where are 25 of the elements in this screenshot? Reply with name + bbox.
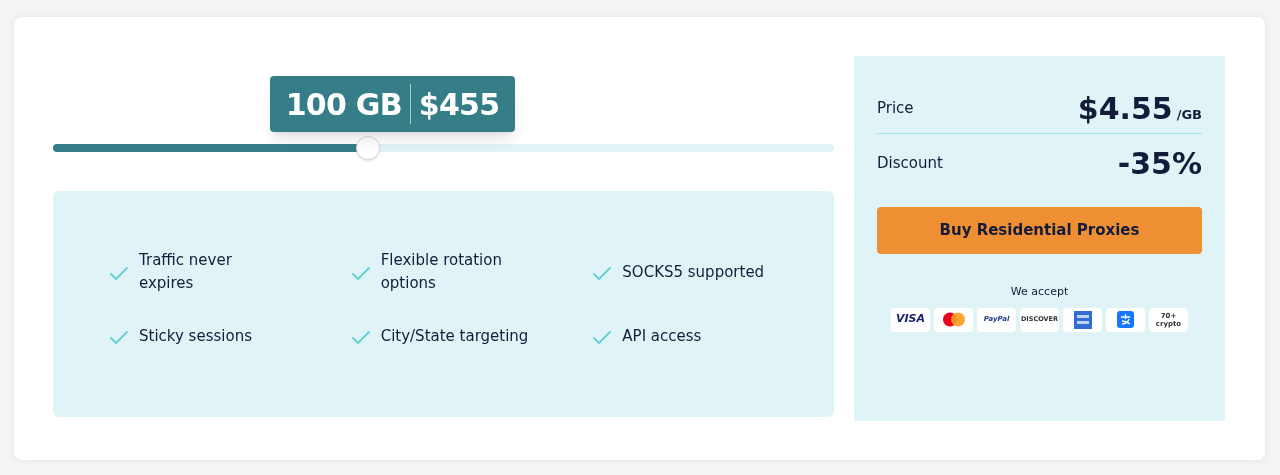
feature-text: SOCKS5 supported — [622, 261, 766, 283]
accept-label: We accept — [1009, 284, 1070, 300]
mastercard-icon — [941, 312, 966, 327]
check-icon — [592, 266, 613, 282]
feature-text: Flexible rotation options — [380, 250, 503, 294]
price-per-gb: $4.55 — [1077, 90, 1173, 128]
price-text: $455 — [418, 85, 500, 124]
check-icon — [109, 330, 129, 346]
check-icon — [592, 330, 613, 346]
discount-label: Discount — [877, 152, 943, 174]
check-icon — [350, 266, 371, 282]
unit-text: /GB — [1176, 106, 1202, 124]
buy-button[interactable]: Buy Residential Proxies — [877, 207, 1202, 254]
check-icon — [109, 266, 129, 282]
amount-text: 100 GB — [285, 85, 402, 124]
discount-value: -35% — [1117, 144, 1202, 183]
price-label: Price — [877, 98, 914, 120]
feature-text: API access — [622, 325, 703, 347]
slider-track[interactable] — [53, 144, 834, 152]
check-icon — [350, 330, 371, 346]
feature-text: Sticky sessions — [139, 325, 253, 347]
feature-text: Traffic never expires — [139, 250, 233, 294]
slider-thumb[interactable] — [355, 136, 380, 160]
feature-text: City/State targeting — [380, 325, 530, 347]
visa-logo: VISA — [891, 307, 930, 332]
